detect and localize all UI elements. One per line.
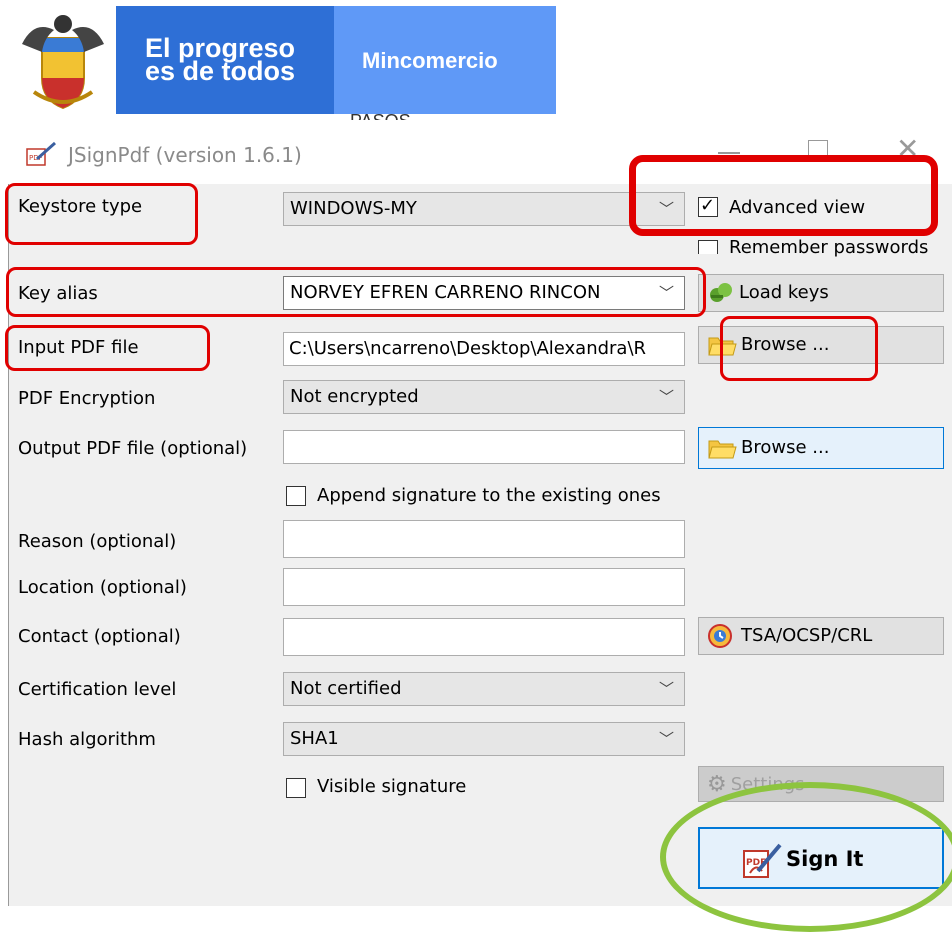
banner-slogan-line2: es de todos <box>145 56 296 86</box>
tsa-label: TSA/OCSP/CRL <box>741 625 873 646</box>
annotation-key-alias <box>6 267 706 317</box>
keystore-type-value: WINDOWS-MY <box>290 198 417 219</box>
hash-algorithm-value: SHA1 <box>290 728 339 749</box>
certification-level-value: Not certified <box>290 678 402 699</box>
pdf-encryption-label: PDF Encryption <box>18 388 156 409</box>
hash-algorithm-label: Hash algorithm <box>18 729 156 750</box>
tsa-ocsp-crl-button[interactable]: TSA/OCSP/CRL <box>698 617 944 655</box>
certification-level-select[interactable]: Not certified ﹀ <box>283 672 685 706</box>
background-heading: PASOS <box>350 108 411 120</box>
output-pdf-label: Output PDF file (optional) <box>18 438 248 459</box>
keystore-type-select[interactable]: WINDOWS-MY ﹀ <box>283 192 685 226</box>
banner-slogan: El progreso es de todos <box>145 35 296 86</box>
output-pdf-field[interactable] <box>283 430 685 464</box>
browse-label: Browse ... <box>741 437 830 458</box>
minimize-icon[interactable] <box>718 152 740 154</box>
annotation-browse <box>720 316 878 381</box>
input-pdf-field[interactable]: C:\Users\ncarreno\Desktop\Alexandra\R <box>283 332 685 366</box>
load-keys-button[interactable]: Load keys <box>698 274 944 312</box>
contact-label: Contact (optional) <box>18 626 181 647</box>
visible-signature-label: Visible signature <box>317 776 467 797</box>
annotation-keystore-type <box>5 183 198 245</box>
banner-ministry: Mincomercio <box>362 48 498 73</box>
chevron-down-icon: ﹀ <box>658 680 674 698</box>
load-keys-label: Load keys <box>739 282 829 303</box>
keys-icon <box>710 283 732 302</box>
browse-output-button[interactable]: Browse ... <box>698 427 944 469</box>
reason-label: Reason (optional) <box>18 531 177 552</box>
remember-passwords-checkbox[interactable] <box>698 240 718 254</box>
colombia-crest-logo <box>22 15 104 110</box>
annotation-advanced-view <box>629 155 938 236</box>
window-title: JSignPdf (version 1.6.1) <box>68 143 302 167</box>
chevron-down-icon: ﹀ <box>658 388 674 406</box>
append-signature-checkbox[interactable] <box>286 486 306 506</box>
append-signature-label: Append signature to the existing ones <box>317 485 661 506</box>
folder-icon <box>708 440 737 459</box>
visible-signature-checkbox[interactable] <box>286 778 306 798</box>
hash-algorithm-select[interactable]: SHA1 ﹀ <box>283 722 685 756</box>
remember-passwords-label: Remember passwords <box>729 239 929 257</box>
annotation-input-pdf <box>5 325 210 371</box>
location-label: Location (optional) <box>18 577 187 598</box>
pdf-encryption-value: Not encrypted <box>290 386 419 407</box>
reason-field[interactable] <box>283 520 685 558</box>
pdf-encryption-select[interactable]: Not encrypted ﹀ <box>283 380 685 414</box>
certification-level-label: Certification level <box>18 679 177 700</box>
pdf-sign-icon: PDF <box>26 141 56 166</box>
location-field[interactable] <box>283 568 685 606</box>
clock-globe-icon <box>708 624 732 648</box>
contact-field[interactable] <box>283 618 685 656</box>
annotation-sign-it <box>660 782 952 932</box>
chevron-down-icon: ﹀ <box>658 730 674 748</box>
